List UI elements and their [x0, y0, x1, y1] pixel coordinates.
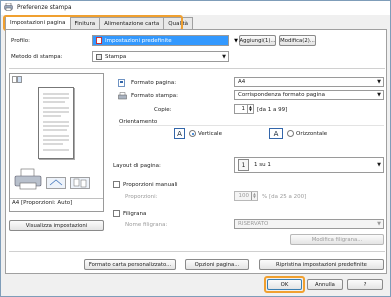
- copies-stepper[interactable]: 1 ▲ ▼: [234, 104, 254, 114]
- portrait-icon: A: [174, 128, 185, 139]
- chevron-down-icon: ▼: [377, 79, 381, 85]
- tab-page-setup[interactable]: Impostazioni pagina: [5, 16, 71, 29]
- output-method-dropdown[interactable]: Stampa ▼: [92, 51, 229, 62]
- print-format-value: Corrispondenza formato pagina: [238, 92, 325, 98]
- tab-finishing[interactable]: Finitura: [69, 17, 101, 29]
- profile-icon: [96, 37, 102, 44]
- copies-range: [da 1 a 99]: [257, 107, 288, 113]
- watermark-dropdown[interactable]: RISERVATO ▼: [234, 219, 384, 229]
- duplex-icon: [70, 177, 90, 191]
- tab-paper-source[interactable]: Alimentazione carta: [99, 17, 165, 29]
- scaling-value: 100: [238, 193, 250, 199]
- page-setup-panel: Profilo: Impostazioni predefinite ▼ Aggi…: [5, 29, 387, 274]
- ok-button[interactable]: OK: [267, 279, 302, 290]
- tab-strip: Impostazioni pagina Finitura Alimentazio…: [5, 16, 194, 29]
- layout-icon: 1: [238, 159, 249, 171]
- preview-mode-icon: [12, 76, 22, 85]
- watermark-checkbox[interactable]: [113, 210, 120, 217]
- printer-preview-icon: [14, 168, 42, 192]
- page-format-icon: [118, 79, 126, 89]
- print-icon: [96, 53, 102, 60]
- landscape-radio[interactable]: [287, 130, 294, 137]
- layout-value: 1 su 1: [254, 162, 271, 168]
- page-preview: [38, 87, 74, 159]
- divider: [9, 68, 385, 69]
- copies-label: Copie:: [154, 107, 172, 113]
- watermark-name-label: Nome filigrana:: [125, 222, 168, 228]
- printer-icon: [4, 2, 13, 13]
- print-format-label: Formato stampa:: [131, 93, 178, 99]
- watermark-label: Filigrana: [123, 211, 147, 217]
- profile-label: Profilo:: [11, 38, 30, 44]
- portrait-radio[interactable]: [189, 130, 196, 137]
- divider: [9, 251, 385, 252]
- spin-arrows-icon[interactable]: ▲ ▼: [247, 105, 253, 113]
- edit-watermark-button[interactable]: Modifica filigrana...: [290, 234, 384, 245]
- cancel-button[interactable]: Annulla: [307, 279, 343, 290]
- manual-scaling-checkbox[interactable]: [113, 181, 120, 188]
- custom-paper-size-button[interactable]: Formato carta personalizzato...: [84, 259, 176, 270]
- profile-dropdown[interactable]: Impostazioni predefinite ▼: [92, 35, 238, 46]
- copies-value: 1: [241, 106, 246, 112]
- preview-caption: A4 [Proporzioni: Auto]: [10, 198, 103, 207]
- manual-scaling-label: Proporzioni manuali: [123, 182, 178, 188]
- edit-profile-button[interactable]: Modifica(2)...: [279, 35, 316, 46]
- print-format-icon: [118, 92, 127, 102]
- page-format-label: Formato pagina:: [131, 80, 177, 86]
- preview-pane: A4 [Proporzioni: Auto]: [9, 73, 104, 212]
- scaling-sub-label: Proporzioni:: [125, 194, 158, 200]
- chevron-down-icon: ▼: [222, 53, 226, 60]
- chevron-down-icon: ▼: [234, 37, 238, 44]
- title-bar: Preferenze stampa: [1, 1, 390, 15]
- layout-label: Layout di pagina:: [113, 163, 161, 169]
- landscape-icon: A: [269, 128, 283, 139]
- scaling-range: % [da 25 a 200]: [262, 194, 307, 200]
- scaling-stepper[interactable]: 100 ▲ ▼: [234, 191, 258, 201]
- output-method-value: Stampa: [105, 53, 127, 60]
- add-profile-button[interactable]: Aggiungi(1)...: [239, 35, 276, 46]
- window-title: Preferenze stampa: [17, 5, 72, 11]
- landscape-label: Orizzontale: [296, 131, 328, 137]
- chevron-down-icon: ▼: [377, 92, 381, 98]
- output-method-label: Metodo di stampa:: [11, 54, 63, 60]
- page-format-value: A4: [238, 79, 246, 85]
- print-format-dropdown[interactable]: Corrispondenza formato pagina ▼: [234, 90, 384, 100]
- chevron-down-icon: ▼: [377, 162, 381, 168]
- profile-value: Impostazioni predefinite: [105, 37, 172, 44]
- page-options-button[interactable]: Opzioni pagina...: [185, 259, 249, 270]
- portrait-label: Verticale: [198, 131, 222, 137]
- help-button[interactable]: ?: [347, 279, 383, 290]
- orientation-group-line: [119, 125, 384, 126]
- printing-preferences-window: Preferenze stampa Impostazioni pagina Fi…: [0, 0, 391, 297]
- view-settings-button[interactable]: Visualizza impostazioni: [9, 220, 104, 231]
- paper-tray-icon: [46, 177, 66, 191]
- spin-arrows-icon[interactable]: ▲ ▼: [251, 192, 257, 200]
- tab-quality[interactable]: Qualità: [163, 17, 194, 29]
- page-format-dropdown[interactable]: A4 ▼: [234, 77, 384, 87]
- watermark-value: RISERVATO: [238, 221, 269, 227]
- restore-defaults-button[interactable]: Ripristina impostazioni predefinite: [259, 259, 384, 270]
- chevron-down-icon: ▼: [377, 221, 381, 227]
- layout-dropdown[interactable]: 1 1 su 1 ▼: [234, 157, 384, 173]
